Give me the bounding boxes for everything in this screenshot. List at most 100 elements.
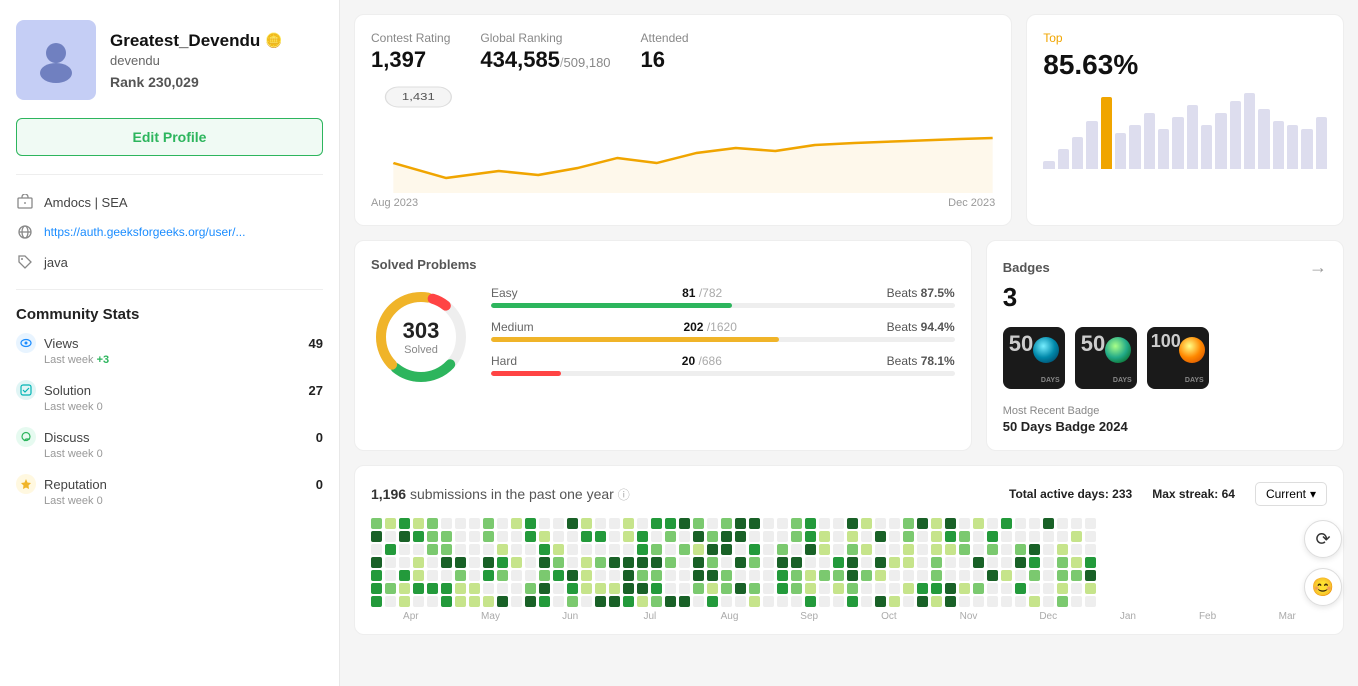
chat-button[interactable]: 😊	[1304, 568, 1342, 606]
handle: devendu	[110, 53, 323, 68]
heatmap-day	[847, 531, 858, 542]
views-last-week: Last week +3	[44, 354, 323, 366]
heatmap-day	[623, 596, 634, 607]
heatmap-day	[525, 570, 536, 581]
heatmap-day	[1001, 596, 1012, 607]
heatmap-day	[637, 531, 648, 542]
top-bar-13	[1230, 89, 1241, 169]
heatmap-day	[441, 583, 452, 594]
stat-reputation: Reputation 0 Last week 0	[16, 474, 323, 507]
heatmap-day	[833, 570, 844, 581]
heatmap-day	[959, 518, 970, 529]
heatmap-day	[441, 596, 452, 607]
edit-profile-button[interactable]: Edit Profile	[16, 118, 323, 156]
global-ranking-value: 434,585/509,180	[480, 47, 610, 73]
heatmap-day	[833, 596, 844, 607]
heatmap-day	[441, 570, 452, 581]
heatmap-day	[413, 583, 424, 594]
heatmap-info-icon[interactable]: ⓘ	[618, 488, 630, 502]
heatmap-day	[861, 596, 872, 607]
heatmap-day	[707, 570, 718, 581]
heatmap-day	[861, 583, 872, 594]
heatmap-day	[917, 583, 928, 594]
refresh-button[interactable]: ⟳	[1304, 520, 1342, 558]
heatmap-day	[777, 518, 788, 529]
heatmap-day	[539, 583, 550, 594]
heatmap-day	[1015, 596, 1026, 607]
heatmap-day	[1071, 557, 1082, 568]
heatmap-day	[931, 544, 942, 555]
heatmap-day	[903, 557, 914, 568]
top-bar-8	[1158, 89, 1169, 169]
global-ranking-label: Global Ranking	[480, 31, 610, 45]
heatmap-day	[665, 583, 676, 594]
heatmap-day	[763, 544, 774, 555]
heatmap-day	[1043, 570, 1054, 581]
heatmap-day	[609, 531, 620, 542]
stat-discuss: Discuss 0 Last week 0	[16, 427, 323, 460]
discuss-last-week: Last week 0	[44, 448, 323, 460]
heatmap-day	[931, 518, 942, 529]
badges-arrow[interactable]: →	[1309, 257, 1327, 278]
heatmap-day	[665, 570, 676, 581]
heatmap-day	[427, 544, 438, 555]
heatmap-day	[567, 518, 578, 529]
badge-3: 100 DAYS	[1147, 327, 1209, 389]
heatmap-day	[455, 518, 466, 529]
attended-label: Attended	[641, 31, 689, 45]
heatmap-day	[525, 518, 536, 529]
heatmap-day	[371, 583, 382, 594]
heatmap-day	[623, 583, 634, 594]
heatmap-day	[1085, 583, 1096, 594]
heatmap-day	[399, 531, 410, 542]
badges-title: Badges	[1003, 260, 1050, 275]
heatmap-day	[1043, 557, 1054, 568]
current-button[interactable]: Current ▾	[1255, 482, 1327, 506]
heatmap-day	[959, 531, 970, 542]
heatmap-day	[1057, 570, 1068, 581]
heatmap-day	[399, 518, 410, 529]
heatmap-day	[1085, 596, 1096, 607]
medium-header: Medium 202 /1620 Beats 94.4%	[491, 320, 955, 334]
heatmap-day	[567, 596, 578, 607]
heatmap-day	[595, 518, 606, 529]
heatmap-day	[371, 531, 382, 542]
heatmap-day	[707, 583, 718, 594]
heatmap-day	[1015, 531, 1026, 542]
heatmap-grid-container	[371, 518, 1327, 607]
rating-chart: 1,431	[367, 83, 999, 193]
heatmap-day	[581, 518, 592, 529]
heatmap-day	[889, 570, 900, 581]
top-bar-19	[1316, 89, 1327, 169]
views-count: 49	[309, 336, 323, 351]
heatmap-day	[525, 583, 536, 594]
month-label: Feb	[1168, 611, 1248, 622]
month-label: Oct	[849, 611, 929, 622]
heatmap-day	[1001, 557, 1012, 568]
recent-badge-label: Most Recent Badge	[1003, 405, 1327, 417]
heatmap-day	[399, 557, 410, 568]
medium-label: Medium	[491, 320, 534, 334]
heatmap-day	[805, 518, 816, 529]
top-card: Top 85.63%	[1026, 14, 1344, 226]
heatmap-day	[1015, 544, 1026, 555]
heatmap-day	[483, 583, 494, 594]
heatmap-day	[889, 557, 900, 568]
heatmap-day	[721, 544, 732, 555]
donut-chart: 303 Solved	[371, 287, 471, 387]
heatmap-day	[497, 583, 508, 594]
solved-body: 303 Solved Easy 81 /782	[371, 286, 955, 388]
heatmap-day	[1029, 531, 1040, 542]
heatmap-day	[889, 518, 900, 529]
heatmap-day	[791, 596, 802, 607]
problems-list: Easy 81 /782 Beats 87.5%	[491, 286, 955, 388]
heatmap-day	[945, 544, 956, 555]
heatmap-day	[1015, 583, 1026, 594]
heatmap-day	[539, 544, 550, 555]
heatmap-day	[875, 570, 886, 581]
heatmap-day	[749, 518, 760, 529]
heatmap-day	[987, 596, 998, 607]
heatmap-day	[861, 544, 872, 555]
stat-solution: Solution 27 Last week 0	[16, 380, 323, 413]
badge-1: 50 DAYS	[1003, 327, 1065, 389]
